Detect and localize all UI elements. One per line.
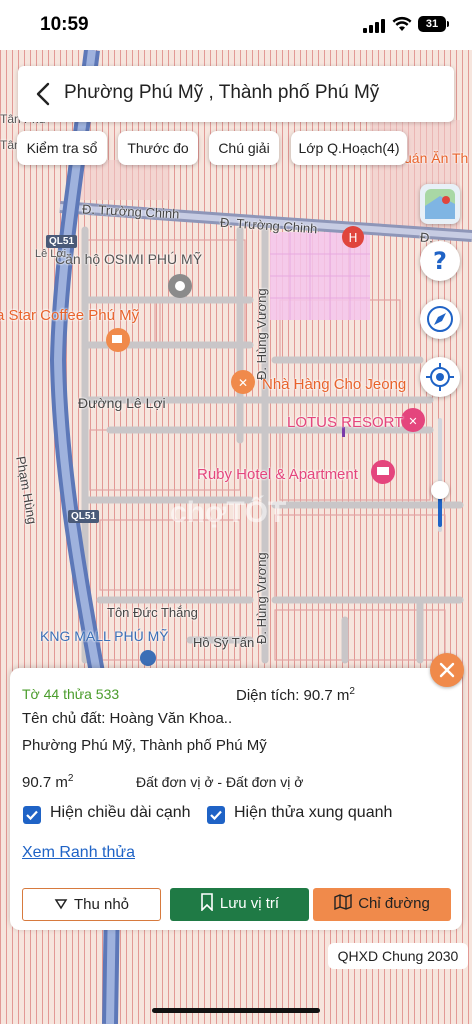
- svg-text:H: H: [348, 231, 357, 245]
- map-icon: [334, 893, 352, 911]
- svg-text:?: ?: [433, 247, 447, 275]
- map-layers-icon[interactable]: [420, 184, 460, 224]
- save-location-label: Lưu vị trí: [219, 895, 280, 912]
- view-boundary-link[interactable]: Xem Ranh thửa: [22, 844, 135, 862]
- chip-check-book[interactable]: Kiểm tra sổ: [17, 131, 107, 165]
- poi-le-loi-small: Lê Lợi: [35, 248, 67, 260]
- help-icon[interactable]: ?: [420, 241, 460, 281]
- parcel-area-small-sup: 2: [67, 773, 74, 784]
- screen: { "status": {"time": "10:59", "battery":…: [0, 0, 472, 1024]
- compass-icon[interactable]: [420, 299, 460, 339]
- road-label-hung-vuong-2: Đ. Hùng Vương: [254, 552, 269, 644]
- road-label-ton-duc-thang: Tôn Đức Thắng: [107, 605, 198, 620]
- zoom-slider-handle[interactable]: [431, 481, 449, 499]
- poi-kng-mall: KNG MALL PHÚ MỸ: [40, 628, 169, 644]
- wifi-icon: [392, 16, 412, 31]
- parcel-area-value: Diện tích: 90.7 m: [236, 687, 350, 704]
- my-location-icon[interactable]: [420, 357, 460, 397]
- neighbors-checkbox[interactable]: [207, 806, 225, 824]
- edges-checkbox-label[interactable]: Hiện chiều dài cạnh: [50, 804, 191, 822]
- land-type: Đất đơn vị ở - Đất đơn vị ở: [136, 774, 304, 790]
- poi-quan-an: uán Ăn Th: [404, 150, 469, 166]
- chip-planning-layers[interactable]: Lớp Q.Hoạch(4): [291, 131, 407, 165]
- save-location-button[interactable]: Lưu vị trí: [170, 888, 309, 921]
- parcel-area-small: 90.7 m2: [22, 773, 73, 791]
- neighbors-checkbox-label[interactable]: Hiện thửa xung quanh: [234, 804, 392, 822]
- battery-tip: [447, 21, 449, 27]
- poi-ruby-hotel: Ruby Hotel & Apartment: [197, 466, 358, 483]
- chip-ruler[interactable]: Thước đo: [118, 131, 198, 165]
- status-bar: 10:59 31: [0, 0, 472, 50]
- collapse-button-label: Thu nhỏ: [73, 896, 130, 913]
- back-arrow-icon[interactable]: [28, 78, 58, 110]
- directions-button[interactable]: Chỉ đường: [313, 888, 451, 921]
- poi-lotus-resort: LOTUS RESORT: [287, 414, 404, 431]
- chip-legend[interactable]: Chú giải: [209, 131, 279, 165]
- road-label-ho-sy-tan: Hồ Sỹ Tấn: [193, 635, 255, 650]
- parcel-area-unit-sup: 2: [349, 686, 355, 697]
- edges-checkbox[interactable]: [23, 806, 41, 824]
- chevron-down-icon: [54, 899, 68, 910]
- collapse-button[interactable]: Thu nhỏ: [22, 888, 161, 921]
- svg-text:✕: ✕: [408, 415, 417, 428]
- parcel-area: Diện tích: 90.7 m2: [236, 686, 355, 704]
- directions-label: Chỉ đường: [358, 895, 430, 912]
- svg-text:✕: ✕: [238, 376, 248, 390]
- battery-icon: 31: [418, 16, 446, 32]
- page-title: Phường Phú Mỹ , Thành phố Phú Mỹ: [64, 82, 380, 103]
- highway-shield-ql51-2: QL51: [68, 510, 100, 523]
- poi-star-coffee: a Star Coffee Phú Mỹ: [0, 307, 140, 324]
- top-bar: Phường Phú Mỹ , Thành phố Phú Mỹ: [18, 66, 454, 122]
- close-panel-button[interactable]: [430, 653, 464, 687]
- parcel-address: Phường Phú Mỹ, Thành phố Phú Mỹ: [22, 737, 267, 754]
- road-label-le-loi: Đường Lê Lợi: [78, 395, 166, 411]
- poi-osimi: Căn hộ OSIMI PHÚ MỸ: [55, 251, 203, 267]
- home-indicator: [152, 1008, 320, 1013]
- status-time: 10:59: [40, 14, 89, 35]
- parcel-owner: Tên chủ đất: Hoàng Văn Khoa..: [22, 710, 233, 727]
- parcel-area-small-value: 90.7 m: [22, 774, 68, 791]
- watermark: chợTỐT: [170, 496, 287, 529]
- road-label-hung-vuong: Đ. Hùng Vương: [254, 288, 269, 380]
- highway-shield-ql51: QL51: [46, 235, 78, 248]
- parcel-id: Tờ 44 thửa 533: [22, 686, 120, 702]
- bookmark-icon: [201, 893, 213, 912]
- signal-icon: [363, 17, 385, 33]
- poi-cho-jeong: Nhà Hàng Cho Jeong: [262, 376, 407, 393]
- plan-version-badge[interactable]: QHXD Chung 2030: [328, 943, 468, 969]
